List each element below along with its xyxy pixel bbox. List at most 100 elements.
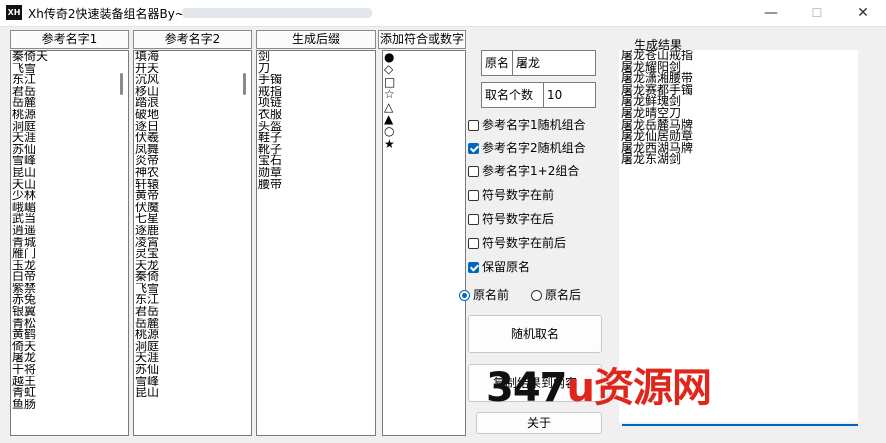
symbol-list-item[interactable]: ◇ xyxy=(384,63,451,76)
ref2-list-item[interactable]: 凤舞 xyxy=(135,144,237,156)
ref2-list-item[interactable]: 黄帝 xyxy=(135,190,237,202)
symbol-after-checkbox[interactable]: 符号数字在后 xyxy=(468,211,554,227)
ref2-list-item[interactable]: 移山 xyxy=(135,86,237,98)
ref1-list-item[interactable]: 青城 xyxy=(12,237,114,249)
ref1-list-item[interactable]: 雪峰 xyxy=(12,155,114,167)
ref1-list-item[interactable]: 赤兔 xyxy=(12,294,114,306)
radio-before-original[interactable]: 原名前 xyxy=(459,287,509,303)
symbol-list-item[interactable]: ○ xyxy=(384,125,451,138)
ref1-header-button[interactable]: 参考名字1 xyxy=(10,30,129,49)
ref1-list-item[interactable]: 白帝 xyxy=(12,271,114,283)
ref1-scroll-thumb[interactable] xyxy=(120,73,123,95)
symbol-list-item[interactable]: ● xyxy=(384,51,451,63)
ref2-list-item[interactable]: 沉风 xyxy=(135,74,237,86)
close-button[interactable]: ✕ xyxy=(840,0,886,26)
suffix-list-item[interactable]: 衣服 xyxy=(258,109,361,121)
ref1-list-item[interactable]: 天山 xyxy=(12,179,114,191)
ref2-list-item[interactable]: 炎帝 xyxy=(135,155,237,167)
ref2-scroll-thumb[interactable] xyxy=(243,73,246,95)
maximize-button[interactable]: ☐ xyxy=(794,0,840,26)
ref2-list-item[interactable]: 逐鹿 xyxy=(135,225,237,237)
ref1-2-combine-checkbox[interactable]: 参考名字1+2组合 xyxy=(468,163,579,179)
suffix-list-item[interactable]: 剑 xyxy=(258,51,361,63)
ref2-list-item[interactable]: 君岳 xyxy=(135,306,237,318)
ref2-list-item[interactable]: 雪峰 xyxy=(135,376,237,388)
ref2-list-item[interactable]: 东江 xyxy=(135,294,237,306)
ref1-list-item[interactable]: 越王 xyxy=(12,376,114,388)
ref1-list-item[interactable]: 紫禁 xyxy=(12,283,114,295)
ref1-list-item[interactable]: 鱼肠 xyxy=(12,399,114,411)
ref2-list-item[interactable]: 开天 xyxy=(135,63,237,75)
ref2-list-item[interactable]: 秦倚 xyxy=(135,271,237,283)
keep-original-checkbox[interactable]: 保留原名 xyxy=(468,259,530,275)
suffix-list-item[interactable]: 刀 xyxy=(258,63,361,75)
symbol-before-checkbox[interactable]: 符号数字在前 xyxy=(468,187,554,203)
result-item[interactable]: 屠龙东湖剑 xyxy=(619,154,858,166)
ref1-random-checkbox[interactable]: 参考名字1随机组合 xyxy=(468,117,586,133)
ref2-list-item[interactable]: 桃源 xyxy=(135,329,237,341)
ref1-list-item[interactable]: 峨嵋 xyxy=(12,202,114,214)
symbol-both-checkbox[interactable]: 符号数字在前后 xyxy=(468,235,566,251)
radio-before-indicator[interactable] xyxy=(459,290,470,301)
ref1-list-item[interactable]: 倚天 xyxy=(12,341,114,353)
checkbox-indicator[interactable] xyxy=(468,214,479,225)
ref1-list-item[interactable]: 昆山 xyxy=(12,167,114,179)
radio-after-indicator[interactable] xyxy=(531,290,542,301)
ref2-list-item[interactable]: 灵宝 xyxy=(135,248,237,260)
original-name-input[interactable] xyxy=(513,51,594,75)
symbols-listbox[interactable]: ● ◇ □ ☆ △ ▲ ○ ★ xyxy=(382,50,466,436)
ref1-list-item[interactable]: 天涯 xyxy=(12,132,114,144)
checkbox-indicator[interactable] xyxy=(468,166,479,177)
ref1-scrollbar[interactable] xyxy=(116,53,127,433)
suffix-list-item[interactable]: 项链 xyxy=(258,97,361,109)
ref1-listbox[interactable]: 秦倚天 飞雪 东江 君岳 岳麓 桃源 洞庭 天涯 苏仙 雪峰 昆山 天山 少林 峨嵋 武当 逍遥 青城 雁门 玉龙白… xyxy=(10,50,129,436)
ref1-list-item[interactable]: 青松 xyxy=(12,318,114,330)
checkbox-indicator[interactable] xyxy=(468,120,479,131)
ref1-list-item[interactable]: 东江 xyxy=(12,74,114,86)
suffix-list-item[interactable]: 手镯 xyxy=(258,74,361,86)
checkbox-indicator[interactable] xyxy=(468,143,479,154)
ref2-list-item[interactable]: 逐日 xyxy=(135,121,237,133)
symbol-list-item[interactable]: △ xyxy=(384,100,451,113)
ref1-list-item[interactable]: 雁门 xyxy=(12,248,114,260)
ref1-list-item[interactable]: 秦倚天 xyxy=(12,51,114,63)
ref2-list-item[interactable]: 飞雪 xyxy=(135,283,237,295)
ref1-list-item[interactable]: 飞雪 xyxy=(12,63,114,75)
symbol-list-item[interactable]: ▲ xyxy=(384,113,451,126)
ref2-list-item[interactable]: 苏仙 xyxy=(135,364,237,376)
ref2-list-item[interactable]: 神农 xyxy=(135,167,237,179)
minimize-button[interactable]: — xyxy=(748,0,794,26)
ref1-list-item[interactable]: 洞庭 xyxy=(12,121,114,133)
ref1-list-item[interactable]: 岳麓 xyxy=(12,97,114,109)
suffix-list-item[interactable]: 宝石 xyxy=(258,155,361,167)
ref1-list-item[interactable]: 干将 xyxy=(12,364,114,376)
ref1-list-item[interactable]: 武当 xyxy=(12,213,114,225)
symbols-header-button[interactable]: 添加符合或数字 xyxy=(378,30,466,49)
suffix-header-button[interactable]: 生成后缀 xyxy=(256,30,376,49)
suffix-listbox[interactable]: 剑刀手镯 戒指 项链 衣服 头盔 鞋子 靴子 宝石 勋章 腰带 xyxy=(256,50,376,436)
ref2-list-item[interactable]: 破地 xyxy=(135,109,237,121)
ref2-header-button[interactable]: 参考名字2 xyxy=(133,30,252,49)
ref1-list-item[interactable]: 玉龙 xyxy=(12,260,114,272)
ref2-list-item[interactable]: 七星 xyxy=(135,213,237,225)
checkbox-indicator[interactable] xyxy=(468,262,479,273)
suffix-list-item[interactable]: 头盔 xyxy=(258,121,361,133)
about-button[interactable]: 关于 xyxy=(476,412,602,434)
suffix-list-item[interactable]: 鞋子 xyxy=(258,132,361,144)
ref2-list-item[interactable]: 伏羲 xyxy=(135,132,237,144)
name-count-input[interactable] xyxy=(544,83,594,107)
checkbox-indicator[interactable] xyxy=(468,238,479,249)
ref2-scrollbar[interactable] xyxy=(239,53,250,433)
suffix-list-item[interactable]: 腰带 xyxy=(258,179,361,191)
ref2-list-item[interactable]: 踏浪 xyxy=(135,97,237,109)
ref1-list-item[interactable]: 桃源 xyxy=(12,109,114,121)
ref1-list-item[interactable]: 黄鹤 xyxy=(12,329,114,341)
ref2-random-checkbox[interactable]: 参考名字2随机组合 xyxy=(468,140,586,156)
ref2-list-item[interactable]: 天涯 xyxy=(135,352,237,364)
ref2-listbox[interactable]: 填海 开天 沉风 移山 踏浪 破地 逐日 伏羲 凤舞 炎帝 神农 轩辕 黄帝 伏魔 七星 逐鹿 凌霄 灵宝 天龙 秦倚… xyxy=(133,50,252,436)
symbol-list-item[interactable]: ★ xyxy=(384,137,451,150)
ref2-list-item[interactable]: 轩辕 xyxy=(135,179,237,191)
suffix-list-item[interactable]: 勋章 xyxy=(258,167,361,179)
ref1-list-item[interactable]: 君岳 xyxy=(12,86,114,98)
ref1-list-item[interactable]: 逍遥 xyxy=(12,225,114,237)
